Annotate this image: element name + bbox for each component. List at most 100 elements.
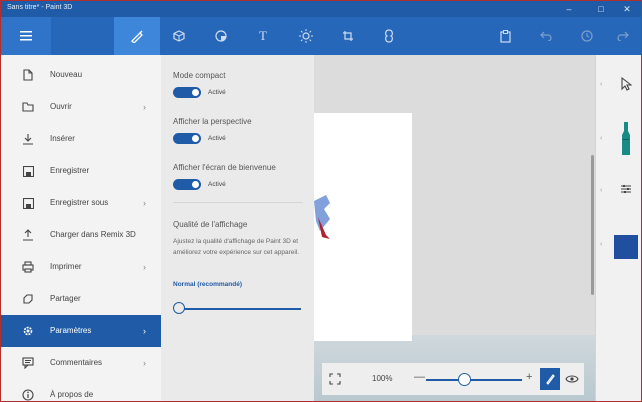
menu-item-label: Paramètres [50,326,92,335]
pencil-icon [546,374,555,385]
effects-button[interactable] [286,17,326,55]
canvas-button[interactable] [328,17,368,55]
sticker-icon [215,30,227,42]
welcome-screen-state: Activé [208,181,226,188]
insert-icon [21,132,35,146]
title-bar: Sans titre* - Paint 3D – □ ✕ [1,1,641,17]
welcome-screen-toggle[interactable] [173,179,201,190]
chevron-left-icon: ‹ [600,81,603,88]
toggle-knob [192,135,199,142]
chevron-right-icon: › [143,198,146,208]
history-button[interactable] [567,17,607,55]
canvas-crop-icon [343,31,353,41]
color-swatch[interactable] [614,235,638,259]
menu-item-label: Ouvrir [50,102,72,111]
sliders-icon [614,183,638,195]
3d-shapes-button[interactable] [159,17,199,55]
menu-item-label: Imprimer [50,262,82,271]
menu-item-label: Enregistrer [50,166,90,175]
menu-item-label: À propos de [50,390,94,399]
window-title: Sans titre* - Paint 3D [7,4,73,11]
zoom-in-button[interactable]: + [526,371,532,383]
fit-to-window-button[interactable] [328,372,342,386]
select-tool[interactable]: ‹ [596,67,641,107]
remix-icon [385,29,393,43]
tool-side-panel: ‹ ‹ ‹ ‹ [595,55,641,401]
menu-item-label: Enregistrer sous [50,198,109,207]
app-window: Sans titre* - Paint 3D – □ ✕ T Nouveau O… [0,0,642,402]
menu-item-label: Partager [50,294,81,303]
menu-item-ouvrir[interactable]: Ouvrir › [1,91,161,123]
hamburger-menu-button[interactable] [1,17,51,55]
quality-slider-thumb[interactable] [173,302,185,314]
toggle-knob [192,89,199,96]
stickers-button[interactable] [201,17,241,55]
share-icon [21,292,35,306]
zoom-slider-track[interactable] [426,379,522,381]
chevron-right-icon: › [143,358,146,368]
menu-item-label: Insérer [50,134,75,143]
menu-item-a-propos[interactable]: À propos de [1,379,161,401]
perspective-toggle[interactable] [173,133,201,144]
history-icon [581,30,593,42]
color-picker[interactable]: ‹ [596,227,641,267]
undo-icon [540,31,552,41]
menu-item-charger-remix[interactable]: Charger dans Remix 3D [1,219,161,251]
zoom-slider-thumb[interactable] [458,373,472,386]
toggle-knob [192,181,199,188]
menu-item-inserer[interactable]: Insérer [1,123,161,155]
properties-button[interactable]: ‹ [596,173,641,213]
fit-screen-icon [329,373,341,385]
close-button[interactable]: ✕ [615,2,639,16]
marker-tool[interactable]: ‹ [596,121,641,161]
chevron-right-icon: › [143,326,146,336]
text-icon: T [259,28,267,43]
remix3d-button[interactable] [369,17,409,55]
feedback-icon [21,356,35,370]
brush-icon [131,30,143,43]
hamburger-icon [20,31,32,41]
redo-button[interactable] [605,17,641,55]
compact-mode-toggle[interactable] [173,87,201,98]
perspective-label: Afficher la perspective [173,117,252,126]
canvas-workspace[interactable]: 100% — + [314,55,595,401]
brushes-button[interactable] [114,17,160,55]
main-toolbar: T [1,17,641,55]
drawing-canvas[interactable] [314,113,412,341]
vertical-scrollbar[interactable] [591,155,594,295]
menu-item-label: Commentaires [50,358,103,367]
paste-button[interactable] [486,17,526,55]
sticker-shape [314,195,330,239]
new-file-icon [21,68,35,82]
perspective-state: Activé [208,135,226,142]
chevron-left-icon: ‹ [600,187,603,194]
maximize-button[interactable]: □ [589,2,613,16]
menu-item-commentaires[interactable]: Commentaires › [1,347,161,379]
undo-button[interactable] [526,17,566,55]
chevron-left-icon: ‹ [600,135,603,142]
view-mode-button[interactable] [564,371,580,387]
menu-item-parametres[interactable]: Paramètres › [1,315,161,347]
drawing-mode-button[interactable] [540,368,560,390]
sun-icon [299,29,313,43]
quality-slider-track[interactable] [179,308,301,310]
folder-icon [21,100,35,114]
paste-icon [500,29,511,43]
menu-item-enregistrer[interactable]: Enregistrer [1,155,161,187]
menu-item-nouveau[interactable]: Nouveau [1,59,161,91]
chevron-right-icon: › [143,102,146,112]
zoom-out-button[interactable]: — [414,371,425,383]
chevron-right-icon: › [143,262,146,272]
text-tool-button[interactable]: T [243,17,283,55]
redo-icon [617,31,629,41]
info-icon [21,388,35,401]
menu-item-imprimer[interactable]: Imprimer › [1,251,161,283]
menu-item-partager[interactable]: Partager [1,283,161,315]
chevron-left-icon: ‹ [600,241,603,248]
file-menu: Nouveau Ouvrir › Insérer Enregistrer Enr… [1,55,161,401]
minimize-button[interactable]: – [557,2,581,16]
display-quality-description: Ajustez la qualité d'affichage de Paint … [173,238,300,256]
menu-item-enregistrer-sous[interactable]: Enregistrer sous › [1,187,161,219]
settings-panel: Mode compact Activé Afficher la perspect… [161,55,314,401]
eye-icon [565,375,579,383]
